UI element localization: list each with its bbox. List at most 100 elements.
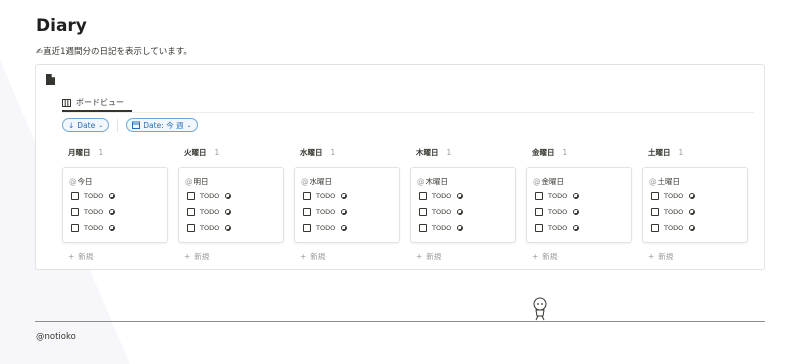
card-date: 明日 — [193, 176, 209, 186]
chip-label: Date — [77, 120, 96, 130]
checkbox[interactable] — [419, 208, 427, 216]
todo-label: TODO — [200, 224, 220, 232]
board-column: 金曜日 1 @ 金曜日 TODO TODO TODO + 新規 — [526, 145, 632, 263]
board-card[interactable]: @ 水曜日 TODO TODO TODO — [294, 167, 400, 243]
todo-label: TODO — [316, 208, 336, 216]
clock-icon — [457, 225, 464, 231]
new-label: 新規 — [310, 251, 326, 261]
checkbox[interactable] — [535, 208, 543, 216]
todo-label: TODO — [548, 192, 568, 200]
todo-item: TODO — [301, 204, 393, 220]
clock-icon — [109, 209, 116, 215]
plus-icon: + — [648, 251, 655, 261]
checkbox[interactable] — [535, 224, 543, 232]
column-header[interactable]: 火曜日 1 — [178, 145, 284, 159]
board-card[interactable]: @ 土曜日 TODO TODO TODO — [642, 167, 748, 243]
mention-at: @ — [649, 176, 657, 186]
column-count: 1 — [446, 147, 452, 157]
checkbox[interactable] — [303, 208, 311, 216]
checkbox[interactable] — [535, 192, 543, 200]
checkbox[interactable] — [71, 224, 79, 232]
mascot-icon — [533, 297, 547, 321]
footer-divider — [35, 321, 765, 322]
clock-icon — [341, 193, 348, 199]
sort-date-chip[interactable]: ↓ Date ⌄ — [62, 118, 110, 132]
todo-item: TODO — [69, 220, 161, 236]
todo-item: TODO — [301, 220, 393, 236]
clock-icon — [457, 209, 464, 215]
todo-label: TODO — [84, 192, 104, 200]
todo-item: TODO — [185, 220, 277, 236]
checkbox[interactable] — [419, 192, 427, 200]
todo-item: TODO — [417, 188, 509, 204]
column-count: 1 — [330, 147, 336, 157]
column-header[interactable]: 木曜日 1 — [410, 145, 516, 159]
checkbox[interactable] — [651, 224, 659, 232]
card-title: @ 木曜日 — [417, 174, 509, 188]
todo-label: TODO — [84, 208, 104, 216]
checkbox[interactable] — [303, 224, 311, 232]
board-column: 土曜日 1 @ 土曜日 TODO TODO TODO + 新規 — [642, 145, 748, 263]
new-label: 新規 — [194, 251, 210, 261]
checkbox[interactable] — [187, 224, 195, 232]
checkbox[interactable] — [71, 192, 79, 200]
board-card[interactable]: @ 木曜日 TODO TODO TODO — [410, 167, 516, 243]
filter-bar: ↓ Date ⌄ Date: 今 週 ⌄ — [62, 118, 198, 132]
plus-icon: + — [300, 251, 307, 261]
date-filter-chip[interactable]: Date: 今 週 ⌄ — [126, 118, 198, 132]
mention-at: @ — [301, 176, 309, 186]
todo-item: TODO — [185, 188, 277, 204]
checkbox[interactable] — [187, 192, 195, 200]
chip-label: Date: 今 週 — [143, 120, 184, 130]
clock-icon — [341, 209, 348, 215]
new-card-button[interactable]: + 新規 — [178, 249, 284, 263]
plus-icon: + — [532, 251, 539, 261]
todo-label: TODO — [200, 192, 220, 200]
column-count: 1 — [562, 147, 568, 157]
todo-label: TODO — [664, 208, 684, 216]
checkbox[interactable] — [651, 208, 659, 216]
new-card-button[interactable]: + 新規 — [410, 249, 516, 263]
new-card-button[interactable]: + 新規 — [62, 249, 168, 263]
todo-item: TODO — [69, 204, 161, 220]
new-card-button[interactable]: + 新規 — [294, 249, 400, 263]
document-icon[interactable] — [46, 74, 55, 85]
column-header[interactable]: 金曜日 1 — [526, 145, 632, 159]
card-date: 木曜日 — [425, 176, 449, 186]
clock-icon — [689, 209, 696, 215]
column-header[interactable]: 土曜日 1 — [642, 145, 748, 159]
column-header[interactable]: 水曜日 1 — [294, 145, 400, 159]
chevron-down-icon: ⌄ — [98, 121, 104, 129]
tab-label: ボードビュー — [76, 98, 124, 107]
todo-item: TODO — [533, 188, 625, 204]
card-date: 土曜日 — [657, 176, 681, 186]
column-header[interactable]: 月曜日 1 — [62, 145, 168, 159]
column-title: 金曜日 — [532, 147, 555, 157]
column-count: 1 — [98, 147, 104, 157]
board-card[interactable]: @ 金曜日 TODO TODO TODO — [526, 167, 632, 243]
board-card[interactable]: @ 今日 TODO TODO TODO — [62, 167, 168, 243]
calendar-icon — [132, 121, 141, 129]
todo-label: TODO — [548, 224, 568, 232]
checkbox[interactable] — [187, 208, 195, 216]
new-card-button[interactable]: + 新規 — [642, 249, 748, 263]
board-card[interactable]: @ 明日 TODO TODO TODO — [178, 167, 284, 243]
clock-icon — [225, 225, 232, 231]
clock-icon — [573, 225, 580, 231]
checkbox[interactable] — [303, 192, 311, 200]
footer-handle: @notioko — [36, 332, 76, 342]
checkbox[interactable] — [71, 208, 79, 216]
todo-label: TODO — [316, 192, 336, 200]
plus-icon: + — [68, 251, 75, 261]
card-title: @ 今日 — [69, 174, 161, 188]
new-card-button[interactable]: + 新規 — [526, 249, 632, 263]
column-title: 土曜日 — [648, 147, 671, 157]
page-title: Diary — [36, 16, 87, 36]
checkbox[interactable] — [419, 224, 427, 232]
checkbox[interactable] — [651, 192, 659, 200]
new-label: 新規 — [542, 251, 558, 261]
todo-item: TODO — [649, 204, 741, 220]
clock-icon — [573, 209, 580, 215]
todo-item: TODO — [649, 188, 741, 204]
mention-at: @ — [417, 176, 425, 186]
